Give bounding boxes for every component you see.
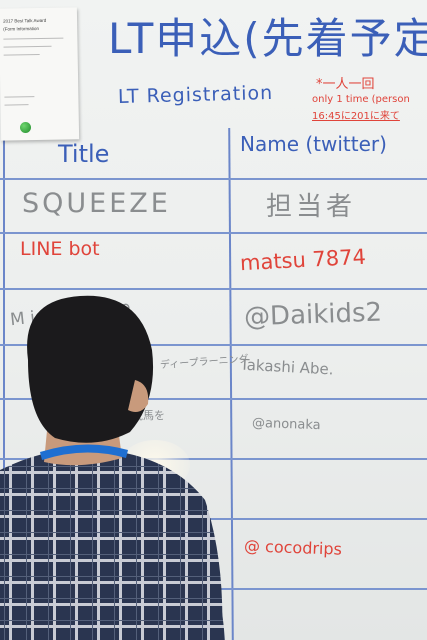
row-1-title: SQUEEZE bbox=[22, 188, 171, 219]
row-5-title: 荒馬を bbox=[132, 409, 165, 422]
photo-scene: LT申込(先着予定 LT Registration *一人一回 only 1 t… bbox=[0, 0, 427, 640]
row-4-title: ディープラーニング bbox=[159, 353, 249, 372]
column-header-title: Title bbox=[58, 140, 110, 168]
heading-en: LT Registration bbox=[117, 81, 274, 109]
note-line-3: 16:45に201に来て bbox=[312, 111, 400, 122]
row-1-name: 担当者 bbox=[266, 192, 357, 222]
note-line-2: only 1 time (person bbox=[312, 94, 410, 105]
flyer-line-2: (Form Information bbox=[3, 25, 40, 32]
heading-jp: LT申込(先着予定 bbox=[108, 14, 427, 63]
pinned-flyer: 2017 Best Talk Award (Form Information bbox=[0, 7, 80, 141]
light-glare bbox=[120, 440, 190, 490]
row-2-name: matsu 7874 bbox=[239, 244, 367, 276]
column-header-name: Name (twitter) bbox=[240, 132, 387, 156]
plaid-shirt bbox=[0, 448, 223, 640]
row-5-name: @anonaka bbox=[251, 415, 321, 434]
flyer-line-1: 2017 Best Talk Award bbox=[3, 17, 47, 24]
note-line-1: *一人一回 bbox=[316, 77, 375, 92]
row-6-name: @ cocodrips bbox=[243, 536, 343, 559]
row-2-title: LINE bot bbox=[20, 238, 100, 260]
row-3-title: M id Everyone bbox=[9, 297, 132, 331]
green-pushpin bbox=[20, 122, 31, 133]
row-3-name: @Daikids2 bbox=[243, 297, 383, 333]
row-4-name: Takashi Abe. bbox=[239, 355, 334, 379]
